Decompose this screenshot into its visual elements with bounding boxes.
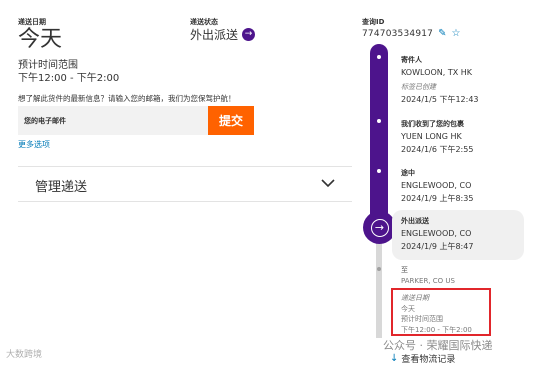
email-field[interactable]: 您的电子邮件 [18, 106, 208, 135]
event-date: 2024/1/5 下午12:43 [401, 95, 479, 104]
event-location: YUEN LONG HK [401, 132, 462, 141]
timeline-dot [377, 119, 381, 123]
email-prompt-text: 想了解此货件的最新信息？请输入您的邮箱，我们为您保驾护航！ [18, 94, 236, 103]
destination-date-label: 递送日期 [401, 294, 429, 302]
pencil-icon[interactable]: ✎ [438, 29, 446, 39]
event-location: KOWLOON, TX HK [401, 68, 473, 77]
view-history-link[interactable]: ↓ 查看物流记录 [390, 352, 455, 365]
watermark-left: 大数跨境 [6, 350, 43, 360]
submit-button[interactable]: 提交 [208, 106, 254, 135]
destination-location: PARKER, CO US [401, 277, 455, 285]
view-history-label: 查看物流记录 [401, 355, 456, 365]
timeline-event-current: 外出派送 ENGLEWOOD, CO 2024/1/9 上午8:47 [401, 216, 473, 252]
timeline-progress-bar [370, 44, 388, 216]
watermark-right: 公众号 · 荣耀国际快递 [383, 339, 493, 352]
event-date: 2024/1/9 上午8:35 [401, 194, 474, 203]
event-note: 标签已创建 [401, 83, 436, 91]
event-title: 我们收到了您的包裹 [401, 120, 464, 128]
event-title: 寄件人 [401, 56, 422, 64]
tracking-id-label: 查询ID [362, 18, 385, 26]
arrow-right-icon: → [242, 28, 256, 41]
timeline-dot [377, 169, 381, 173]
delivery-day: 今天 [18, 27, 63, 52]
destination-day: 今天 [401, 305, 415, 313]
timeline-event: 途中 ENGLEWOOD, CO 2024/1/9 上午8:35 [401, 168, 473, 204]
event-date: 2024/1/6 下午2:55 [401, 145, 474, 154]
manage-delivery-accordion[interactable]: 管理递送 [18, 167, 352, 201]
arrow-right-icon: → [370, 218, 389, 237]
delivery-window: 下午12:00 - 下午2:00 [18, 73, 120, 84]
divider-bottom [18, 201, 352, 202]
destination-window: 下午12:00 - 下午2:00 [401, 326, 472, 334]
event-title: 途中 [401, 169, 415, 177]
timeline-remaining-bar [376, 240, 382, 338]
destination-window-label: 预计时间范围 [401, 315, 443, 323]
timeline-event: 寄件人 KOWLOON, TX HK 标签已创建 2024/1/5 下午12:4… [401, 55, 479, 105]
manage-delivery-title: 管理递送 [35, 180, 88, 195]
more-options-link[interactable]: 更多选项 [18, 139, 50, 150]
delivery-status: 外出派送 → [190, 26, 256, 43]
arrow-down-icon: ↓ [390, 353, 399, 364]
delivery-status-value: 外出派送 [190, 28, 239, 42]
destination-label: 至 [401, 266, 408, 274]
tracking-number: 774703534917 [362, 29, 434, 39]
delivery-date-label: 递送日期 [18, 18, 46, 26]
event-date: 2024/1/9 上午8:47 [401, 242, 474, 251]
event-location: ENGLEWOOD, CO [401, 181, 472, 190]
timeline-dot [377, 267, 381, 271]
star-icon[interactable]: ☆ [452, 29, 461, 39]
event-title: 外出派送 [401, 217, 429, 225]
event-location: ENGLEWOOD, CO [401, 229, 472, 238]
tracking-id-row: 774703534917 ✎ ☆ [362, 29, 461, 40]
timeline-dot [377, 55, 381, 59]
chevron-down-icon [321, 179, 335, 188]
timeline-event: 我们收到了您的包裹 YUEN LONG HK 2024/1/6 下午2:55 [401, 119, 473, 155]
